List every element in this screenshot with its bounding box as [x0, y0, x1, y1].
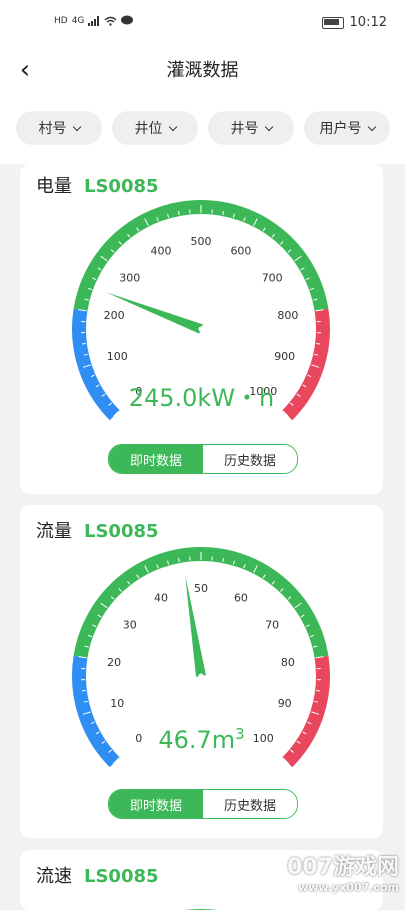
site-watermark: 007游戏网 www.yx007.com [287, 849, 399, 894]
chevron-down-icon [72, 122, 80, 130]
gauge-tick-label: 800 [277, 309, 298, 322]
history-data-button[interactable]: 历史数据 [203, 790, 297, 818]
chevron-down-icon [168, 122, 176, 130]
filter-well-number[interactable]: 井号 [208, 111, 294, 145]
gauge-tick-label: 20 [107, 656, 121, 669]
filter-well-position[interactable]: 井位 [112, 111, 198, 145]
gauge-needle-pivot [199, 674, 204, 679]
gauge-tick-label: 600 [230, 245, 251, 258]
electricity-value: 245.0kW・h [20, 378, 383, 413]
page-title: 灌溉数据 [0, 56, 405, 82]
gauge-tick-label: 900 [274, 350, 295, 363]
status-right: 10:12 [322, 15, 387, 30]
filter-label: 用户号 [320, 118, 362, 138]
flow-value-number: 46.7m [158, 726, 235, 754]
filter-label: 村号 [39, 118, 67, 138]
gauge-tick [82, 691, 86, 692]
watermark-line2: www.yx007.com [287, 881, 399, 894]
gauge-green-band [81, 207, 322, 310]
battery-icon [322, 17, 344, 29]
history-data-button[interactable]: 历史数据 [203, 445, 297, 473]
gauge-tick [316, 691, 320, 692]
gauge-needle-pivot [199, 327, 204, 332]
watermark-line1: 007游戏网 [287, 849, 399, 881]
network-badge: 4G [72, 16, 85, 26]
card-label: 流量 [36, 517, 72, 543]
clock: 10:12 [350, 15, 387, 30]
flow-value-unit-sup: 3 [235, 725, 245, 743]
card-electricity: 电量 LS0085 010020030040050060070080090010… [20, 164, 383, 494]
gauge-tick-label: 300 [119, 271, 140, 284]
gauge-tick-label: 90 [278, 697, 292, 710]
live-data-button[interactable]: 即时数据 [109, 790, 203, 818]
filter-user-number[interactable]: 用户号 [304, 111, 390, 145]
wifi-icon [104, 16, 117, 26]
flow-value: 46.7m3 [20, 725, 383, 754]
data-mode-toggle: 即时数据 历史数据 [108, 444, 298, 474]
data-mode-toggle: 即时数据 历史数据 [108, 789, 298, 819]
gauge-tick-label: 40 [154, 592, 168, 605]
gauge-tick-label: 10 [110, 697, 124, 710]
gauge-tick-label: 50 [194, 582, 208, 595]
card-flow: 流量 LS0085 0102030405060708090100 46.7m3 … [20, 505, 383, 838]
status-bar: HD 4G 10:12 [0, 0, 405, 48]
gauge-tick [316, 344, 320, 345]
gauge-tick [82, 344, 86, 345]
gauge-tick-label: 100 [107, 350, 128, 363]
chevron-down-icon [264, 122, 272, 130]
status-icons: HD 4G [54, 15, 133, 26]
card-header: 流速 LS0085 [36, 862, 159, 888]
app-header: ‹ 灌溉数据 [0, 48, 405, 94]
device-id: LS0085 [84, 866, 159, 887]
filter-village[interactable]: 村号 [16, 111, 102, 145]
gauge-tick-label: 60 [234, 592, 248, 605]
gauge-tick-label: 700 [262, 271, 283, 284]
filter-label: 井号 [231, 118, 259, 138]
gauge-tick-label: 500 [191, 235, 212, 248]
gauge-tick-label: 200 [104, 309, 125, 322]
filter-bar: 村号 井位 井号 用户号 [0, 94, 405, 164]
device-id: LS0085 [84, 521, 159, 542]
gauge-green-band [81, 554, 322, 657]
gauge-tick-label: 80 [281, 656, 295, 669]
chat-icon [121, 15, 133, 26]
live-data-button[interactable]: 即时数据 [109, 445, 203, 473]
gauge-tick-label: 30 [123, 618, 137, 631]
hd-badge: HD [54, 16, 68, 26]
filter-label: 井位 [135, 118, 163, 138]
card-header: 流量 LS0085 [36, 517, 159, 543]
gauge-tick-label: 400 [151, 245, 172, 258]
chevron-down-icon [367, 122, 375, 130]
signal-icon [88, 16, 100, 26]
card-label: 流速 [36, 862, 72, 888]
gauge-tick-label: 70 [265, 618, 279, 631]
